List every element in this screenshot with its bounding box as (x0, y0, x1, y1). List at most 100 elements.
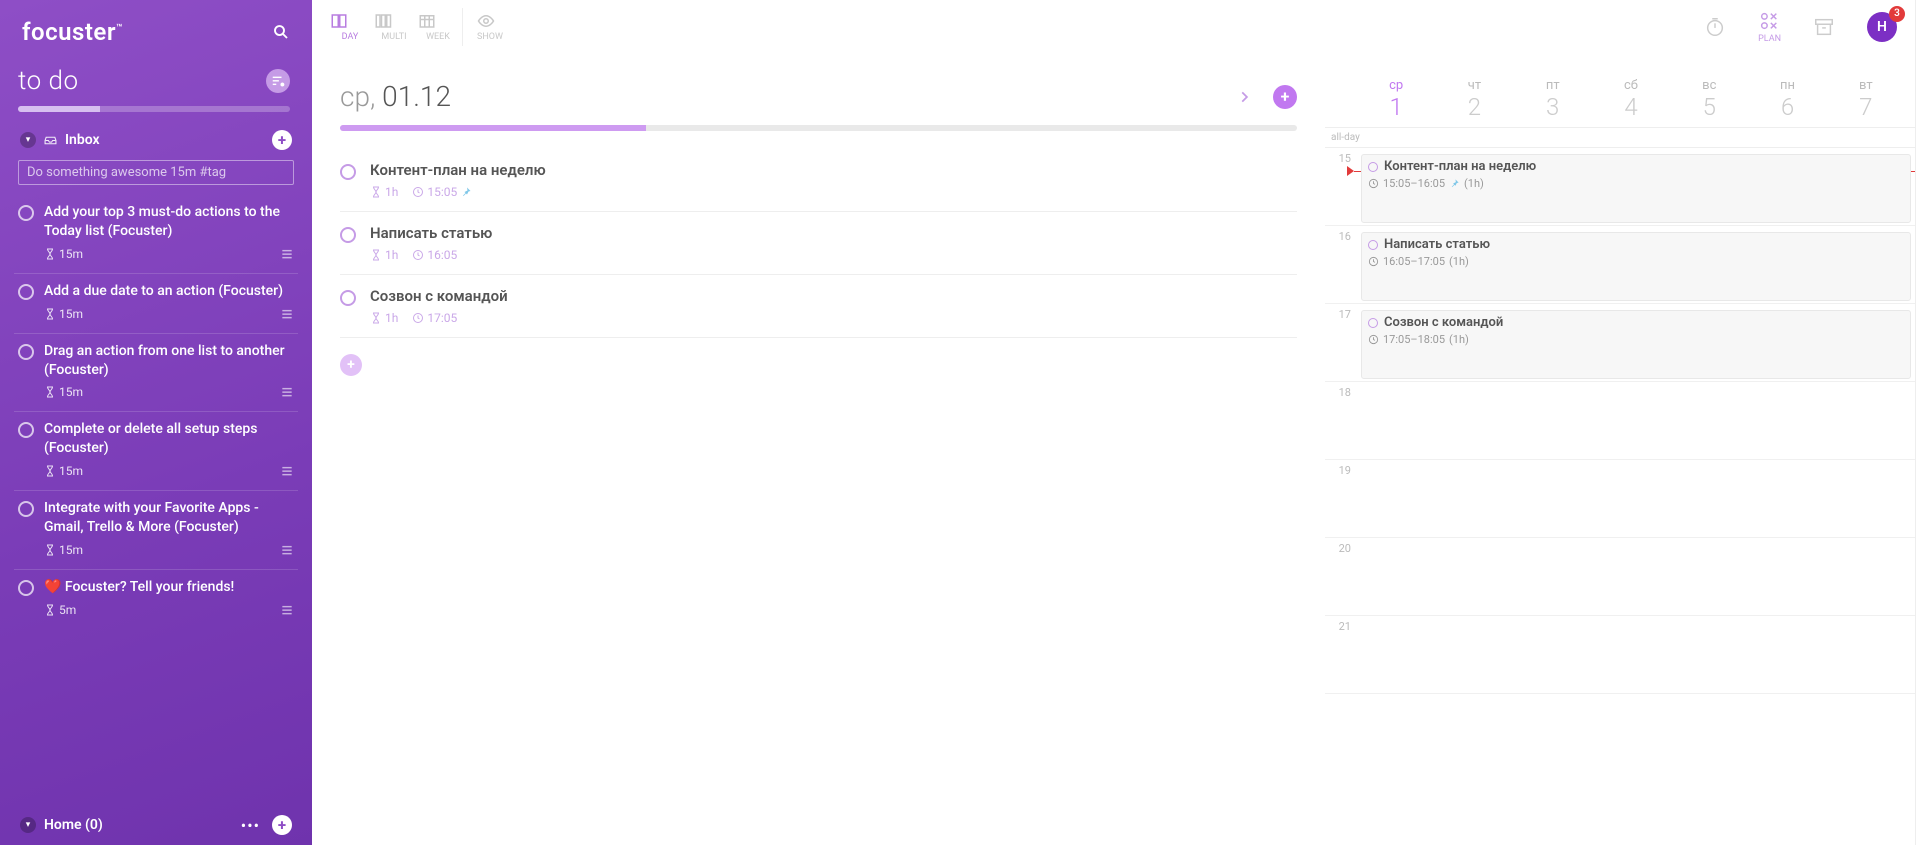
chevron-down-icon[interactable]: ▾ (20, 817, 36, 833)
view-day-button[interactable]: DAY (330, 8, 370, 46)
pin-icon (460, 186, 472, 198)
event-title: Написать статью (1384, 237, 1490, 252)
calendar-event[interactable]: Написать статью16:05–17:05 (1h) (1361, 232, 1911, 301)
day-view-icon (330, 12, 370, 30)
complete-toggle[interactable] (18, 501, 34, 517)
user-menu[interactable]: Н 3 (1867, 12, 1897, 42)
hourglass-icon: 1h (370, 185, 398, 199)
calendar-day[interactable]: ср1 (1357, 78, 1435, 121)
todo-title: Complete or delete all setup steps (Focu… (44, 420, 294, 458)
todo-item[interactable]: Complete or delete all setup steps (Focu… (14, 411, 298, 488)
new-action-input[interactable] (18, 160, 294, 185)
main-panel: DAY MULTI WEEK SHOW PLAN (312, 0, 1916, 845)
add-task-inline-button[interactable]: + (340, 354, 362, 376)
hour-label: 17 (1325, 304, 1357, 381)
list-icon (280, 247, 294, 261)
calendar-event[interactable]: Контент-план на неделю15:05–16:05 (1h) (1361, 154, 1911, 223)
calendar-cell[interactable] (1357, 460, 1915, 537)
hour-label: 15 (1325, 148, 1357, 225)
list-icon (280, 307, 294, 321)
calendar-day[interactable]: пн6 (1748, 78, 1826, 121)
todo-title: Add a due date to an action (Focuster) (44, 282, 294, 301)
calendar-day[interactable]: сб4 (1592, 78, 1670, 121)
task-item[interactable]: Контент-план на неделю 1h 15:05 (340, 149, 1297, 212)
hourglass-icon: 15m (44, 247, 83, 261)
todo-item[interactable]: Drag an action from one list to another … (14, 333, 298, 410)
calendar-cell[interactable]: Созвон с командой17:05–18:05 (1h) (1357, 304, 1915, 381)
hourglass-icon: 15m (44, 307, 83, 321)
timer-icon[interactable] (1704, 16, 1726, 38)
hour-label: 18 (1325, 382, 1357, 459)
hourglass-icon: 15m (44, 385, 83, 399)
chevron-down-icon[interactable]: ▾ (20, 132, 36, 148)
todo-title: Integrate with your Favorite Apps - Gmai… (44, 499, 294, 537)
sidebar-section-home[interactable]: ▾ Home (0) ••• + (14, 811, 298, 845)
calendar-event[interactable]: Созвон с командой17:05–18:05 (1h) (1361, 310, 1911, 379)
hourglass-icon: 15m (44, 543, 83, 557)
archive-icon[interactable] (1813, 16, 1835, 38)
calendar-hour-row: 15Контент-план на неделю15:05–16:05 (1h) (1325, 148, 1915, 226)
add-task-button[interactable]: + (1273, 85, 1297, 109)
todo-item[interactable]: Add your top 3 must-do actions to the To… (14, 195, 298, 271)
more-icon[interactable]: ••• (237, 816, 264, 835)
complete-toggle[interactable] (340, 164, 356, 180)
calendar-cell[interactable]: Контент-план на неделю15:05–16:05 (1h) (1357, 148, 1915, 225)
sidebar: focuster™ to do ▾ Inbox + Add your top 3… (0, 0, 312, 845)
sidebar-section-inbox[interactable]: ▾ Inbox + (14, 126, 298, 154)
calendar-day[interactable]: пт3 (1514, 78, 1592, 121)
event-duration: (1h) (1449, 255, 1469, 268)
hourglass-icon: 1h (370, 311, 398, 325)
calendar-day[interactable]: чт2 (1435, 78, 1513, 121)
view-multi-button[interactable]: MULTI (374, 8, 414, 46)
pin-icon (1449, 178, 1460, 189)
calendar-day[interactable]: вс5 (1670, 78, 1748, 121)
calendar-cell[interactable] (1357, 382, 1915, 459)
list-icon (280, 603, 294, 617)
view-show-button[interactable]: SHOW (462, 8, 502, 46)
calendar-hour-row: 16Написать статью16:05–17:05 (1h) (1325, 226, 1915, 304)
search-icon[interactable] (272, 23, 290, 41)
complete-toggle[interactable] (18, 284, 34, 300)
inbox-icon (44, 134, 57, 147)
calendar-hour-row: 19 (1325, 460, 1915, 538)
clock-icon: 16:05 (412, 248, 457, 262)
calendar-hour-row: 18 (1325, 382, 1915, 460)
plan-button[interactable]: PLAN (1758, 10, 1781, 44)
view-week-button[interactable]: WEEK (418, 8, 458, 46)
complete-toggle[interactable] (18, 422, 34, 438)
hour-label: 19 (1325, 460, 1357, 537)
task-item[interactable]: Созвон с командой 1h 17:05 (340, 275, 1297, 338)
complete-toggle[interactable] (18, 580, 34, 596)
calendar-cell[interactable] (1357, 616, 1915, 693)
complete-toggle[interactable] (18, 344, 34, 360)
day-progress (340, 125, 1297, 131)
task-item[interactable]: Написать статью 1h 16:05 (340, 212, 1297, 275)
todo-item[interactable]: ❤️ Focuster? Tell your friends! 5m (14, 569, 298, 627)
todo-item[interactable]: Add a due date to an action (Focuster) 1… (14, 273, 298, 331)
add-inbox-button[interactable]: + (272, 130, 292, 150)
complete-toggle[interactable] (18, 205, 34, 221)
list-icon (280, 464, 294, 478)
event-title: Контент-план на неделю (1384, 159, 1536, 174)
complete-toggle[interactable] (340, 290, 356, 306)
list-icon (280, 385, 294, 399)
day-title: ср, 01.12 (340, 80, 451, 113)
calendar-cell[interactable]: Написать статью16:05–17:05 (1h) (1357, 226, 1915, 303)
app-logo: focuster™ (22, 18, 123, 46)
complete-toggle[interactable] (340, 227, 356, 243)
calendar-hour-row: 17Созвон с командой17:05–18:05 (1h) (1325, 304, 1915, 382)
sidebar-filter-button[interactable] (266, 69, 290, 93)
calendar-panel: ср1чт2пт3сб4вс5пн6вт7 all-day 15Контент-… (1325, 54, 1915, 845)
next-day-button[interactable] (1229, 86, 1259, 108)
hourglass-icon: 5m (44, 603, 76, 617)
calendar-hour-row: 20 (1325, 538, 1915, 616)
add-home-button[interactable]: + (272, 815, 292, 835)
list-icon (280, 543, 294, 557)
todo-title: ❤️ Focuster? Tell your friends! (44, 578, 294, 597)
clock-icon (1368, 178, 1379, 189)
calendar-cell[interactable] (1357, 538, 1915, 615)
calendar-day[interactable]: вт7 (1827, 78, 1905, 121)
todo-title: Drag an action from one list to another … (44, 342, 294, 380)
todo-item[interactable]: Integrate with your Favorite Apps - Gmai… (14, 490, 298, 567)
multi-view-icon (374, 12, 414, 30)
